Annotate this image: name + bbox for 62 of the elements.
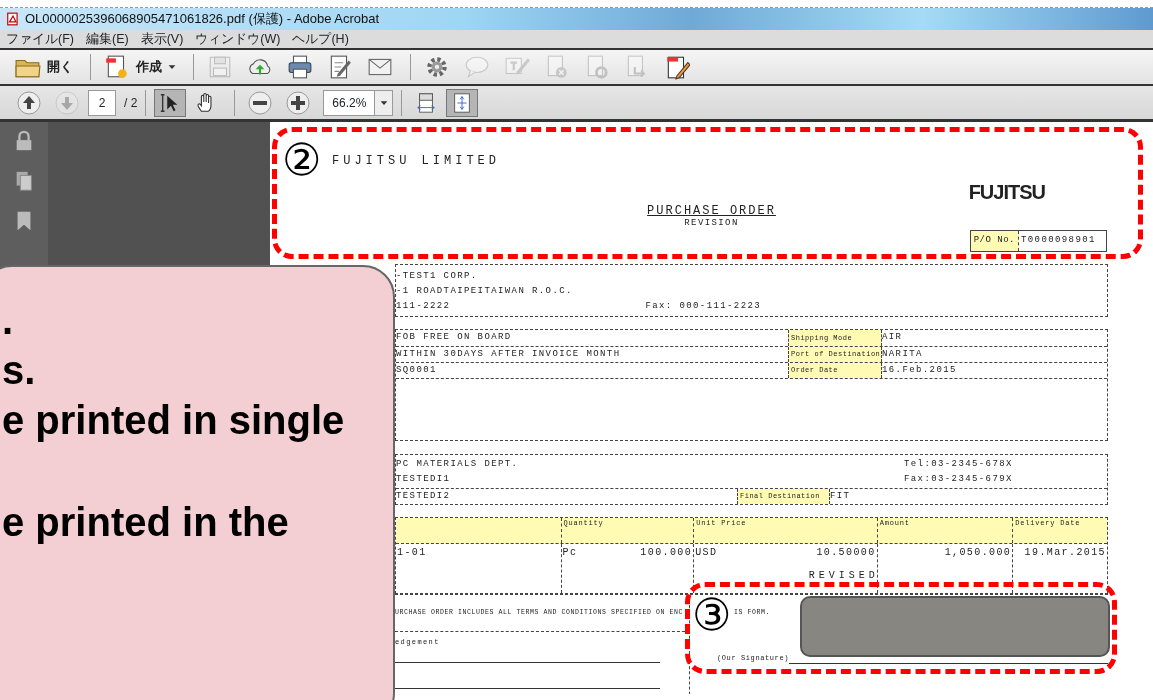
revised-note: REVISED — [808, 571, 879, 581]
comment-icon — [464, 54, 490, 80]
page-count: / 2 — [124, 94, 138, 112]
po-number: T0000098901 — [1020, 234, 1097, 248]
address-text: -TEST1 CORP. — [396, 269, 478, 283]
fax-text: Fax: 000-111-2223 — [645, 299, 762, 313]
window-title: OL0000025396068905471061826.pdf (保護) - Adobe Acrobat — [25, 10, 380, 29]
field-value: NARITA — [882, 347, 923, 361]
caret-icon — [379, 98, 388, 107]
terms-text: WITHIN 30DAYS AFTER INVOICE MONTH — [396, 347, 622, 361]
number-marker: ② — [282, 138, 323, 182]
menu-item[interactable]: 表示(V) — [134, 29, 190, 49]
contact-text: Fax:03-2345-679X — [904, 472, 1013, 486]
gear-icon — [424, 54, 450, 80]
table-cell-text: 19.Mar.2015 — [1024, 546, 1106, 560]
table-cell-text: USD — [695, 546, 718, 560]
table-cell-text: 100.000 — [640, 546, 693, 560]
callout-text: s. — [1, 347, 37, 394]
address-text: -1 ROADTAIPEITAIWAN R.O.C. — [396, 284, 573, 298]
field-value: 16.Feb.2015 — [882, 363, 957, 377]
menu-item[interactable]: 編集(E) — [79, 29, 135, 49]
arrow-down-icon — [55, 90, 79, 115]
callout-text: . — [1, 297, 15, 344]
field-value: AIR — [882, 331, 903, 345]
document-subtitle: REVISION — [684, 218, 739, 228]
printer-icon — [287, 54, 313, 80]
field-value: FIT — [830, 489, 851, 503]
department-text: PC MATERIALS DEPT. — [396, 457, 520, 471]
select-tool-button[interactable] — [154, 88, 187, 117]
department-text: TESTEDI1 — [396, 472, 452, 486]
table-cell-text: 1,050.000 — [944, 546, 1012, 560]
callout-text: e printed in the — [1, 499, 290, 546]
arrow-up-icon — [17, 90, 41, 115]
terms-text: SQ0001 — [396, 363, 438, 377]
po-label: P/O No. — [970, 231, 1019, 251]
zoom-field[interactable]: 66.2% — [323, 89, 376, 116]
department-text: TESTEDI2 — [396, 489, 452, 503]
minus-icon — [248, 90, 273, 115]
page-number-field[interactable]: 2 — [88, 89, 116, 116]
callout-text: e printed in single — [1, 397, 346, 444]
save-icon — [207, 54, 233, 80]
document-pencil-icon — [664, 54, 690, 80]
contact-text: Tel:03-2345-678X — [904, 457, 1013, 471]
document-title: PURCHASE ORDER — [647, 205, 776, 218]
create-button[interactable]: 作成 — [99, 51, 181, 83]
menu-item[interactable]: ヘルプ(H) — [286, 29, 355, 49]
menu-item[interactable]: ウィンドウ(W) — [189, 29, 287, 49]
terms-text: FOB FREE ON BOARD — [396, 331, 513, 345]
fit-page-button[interactable] — [446, 88, 479, 117]
document-star-icon — [104, 54, 130, 80]
table-cell-text: 10.50000 — [816, 546, 876, 560]
company-logo: FUJITSU — [968, 181, 1045, 203]
company-name: FUJITSU LIMITED — [332, 155, 501, 167]
table-cell-text: 1-01 — [397, 546, 427, 560]
zoom-dropdown[interactable] — [375, 89, 394, 116]
number-marker: ③ — [692, 593, 733, 637]
menu-item[interactable]: ファイル(F) — [0, 29, 80, 49]
open-button[interactable]: 開く — [10, 51, 78, 83]
address-text: 111-2222 — [396, 299, 451, 313]
table-cell-text: Pc — [562, 546, 578, 560]
pdf-icon — [6, 12, 20, 26]
plus-icon — [286, 90, 311, 115]
